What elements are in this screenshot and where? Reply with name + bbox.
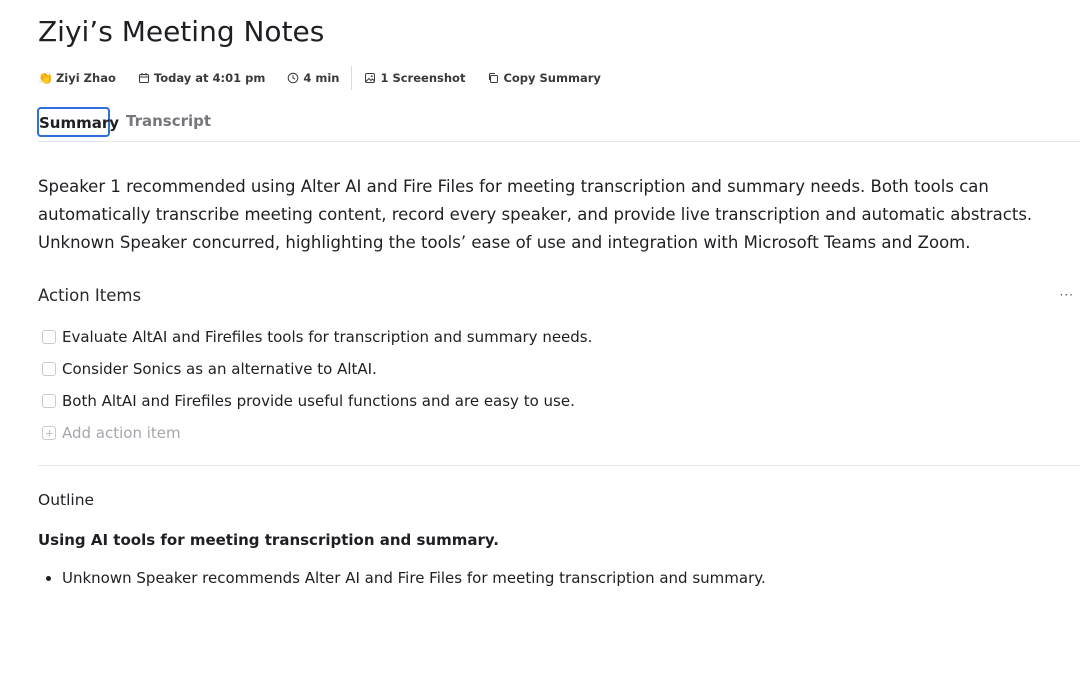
meta-bar: 👏 Ziyi Zhao Today at 4:01 pm 4 min 1 Scr… (38, 66, 601, 90)
tab-summary[interactable]: Summary (37, 107, 119, 137)
date-chip: Today at 4:01 pm (138, 66, 265, 90)
meeting-date: Today at 4:01 pm (153, 71, 266, 85)
screenshot-button[interactable]: 1 Screenshot (364, 66, 465, 90)
add-action-item-label: Add action item (62, 424, 181, 442)
tab-bar: Summary Transcript (37, 104, 1080, 142)
image-icon (365, 73, 376, 83)
outline-bullet: Unknown Speaker recommends Alter AI and … (62, 567, 766, 589)
action-items-header: Action Items ··· (38, 283, 1074, 307)
clap-emoji-icon: 👏 (38, 71, 53, 85)
action-item-text[interactable]: Both AltAI and Firefiles provide useful … (62, 392, 575, 410)
action-item: Consider Sonics as an alternative to Alt… (42, 353, 1042, 385)
summary-paragraph: Speaker 1 recommended using Alter AI and… (38, 177, 1033, 252)
outline-bullet-list: Unknown Speaker recommends Alter AI and … (38, 567, 766, 589)
screenshot-count: 1 Screenshot (380, 71, 466, 85)
tab-transcript[interactable]: Transcript (126, 107, 211, 137)
section-divider (38, 465, 1080, 466)
action-items-list: Evaluate AltAI and Firefiles tools for t… (42, 321, 1042, 449)
duration-chip: 4 min (287, 66, 339, 90)
more-options-icon[interactable]: ··· (1060, 288, 1074, 302)
action-item: Evaluate AltAI and Firefiles tools for t… (42, 321, 1042, 353)
action-items-title: Action Items (38, 285, 142, 305)
action-item-checkbox[interactable] (42, 362, 56, 376)
calendar-icon (138, 73, 149, 83)
plus-icon (42, 426, 56, 440)
author-chip[interactable]: 👏 Ziyi Zhao (38, 66, 116, 90)
meeting-notes-page: Ziyi’s Meeting Notes 👏 Ziyi Zhao Today a… (0, 0, 1084, 692)
action-item-text[interactable]: Consider Sonics as an alternative to Alt… (62, 360, 377, 378)
outline-title: Outline (38, 491, 95, 509)
copy-summary-label: Copy Summary (503, 71, 601, 85)
outline-topic: Using AI tools for meeting transcription… (38, 531, 499, 549)
action-item-text[interactable]: Evaluate AltAI and Firefiles tools for t… (62, 328, 592, 346)
author-name: Ziyi Zhao (55, 71, 116, 85)
clock-icon (288, 72, 299, 84)
page-title: Ziyi’s Meeting Notes (38, 15, 325, 48)
action-item: Both AltAI and Firefiles provide useful … (42, 385, 1042, 417)
copy-summary-button[interactable]: Copy Summary (487, 66, 601, 90)
copy-icon (489, 73, 499, 83)
action-item-checkbox[interactable] (42, 330, 56, 344)
meta-divider (351, 66, 353, 90)
add-action-item-button[interactable]: Add action item (42, 417, 1042, 449)
meeting-duration: 4 min (303, 71, 340, 85)
action-item-checkbox[interactable] (42, 394, 56, 408)
